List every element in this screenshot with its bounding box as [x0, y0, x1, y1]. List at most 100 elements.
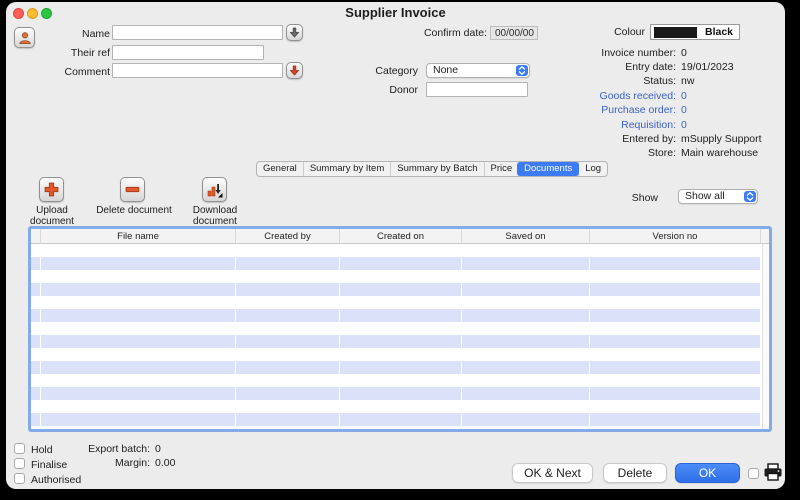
stepper-icon	[516, 65, 528, 76]
table-row	[31, 348, 769, 361]
info-value-invoice-number: 0	[681, 47, 687, 59]
ok-next-button[interactable]: OK & Next	[512, 463, 593, 483]
close-button[interactable]	[13, 8, 24, 19]
comment-label: Comment	[36, 66, 110, 78]
table-row	[31, 361, 769, 374]
printer-icon[interactable]	[763, 463, 783, 481]
window-title: Supplier Invoice	[6, 2, 785, 24]
their-ref-label: Their ref	[36, 47, 110, 59]
documents-table: File nameCreated byCreated onSaved onVer…	[28, 226, 772, 432]
delete-document-label: Delete document	[96, 205, 172, 216]
zoom-button[interactable]	[41, 8, 52, 19]
margin-value: 0.00	[155, 457, 175, 469]
show-select[interactable]: Show all	[678, 189, 758, 204]
donor-input[interactable]	[426, 82, 528, 97]
table-cell	[340, 335, 462, 348]
info-value-store: Main warehouse	[681, 147, 758, 159]
margin-label: Margin:	[56, 457, 150, 469]
table-cell	[236, 413, 340, 426]
table-cell	[462, 309, 590, 322]
download-icon	[207, 182, 223, 198]
table-cell	[340, 309, 462, 322]
table-cell	[31, 361, 41, 374]
show-selected-value: Show all	[685, 190, 725, 202]
finalise-checkbox[interactable]	[14, 458, 25, 469]
table-cell	[462, 387, 590, 400]
hold-checkbox-label: Hold	[31, 444, 53, 456]
info-label-entry-date: Entry date:	[546, 61, 676, 73]
table-cell	[31, 413, 41, 426]
table-cell	[236, 309, 340, 322]
table-cell	[590, 335, 761, 348]
info-value-entered-by: mSupply Support	[681, 133, 762, 145]
column-header-file-name[interactable]: File name	[41, 229, 236, 243]
table-cell	[340, 257, 462, 270]
hold-checkbox[interactable]	[14, 443, 25, 454]
table-cell	[236, 387, 340, 400]
confirm-date-label: Confirm date:	[396, 27, 487, 39]
name-lookup-button[interactable]	[286, 24, 303, 41]
table-body[interactable]	[31, 244, 769, 428]
table-cell	[590, 309, 761, 322]
info-label-status: Status:	[546, 75, 676, 87]
tab-price[interactable]: Price	[484, 162, 519, 176]
ok-button[interactable]: OK	[675, 463, 740, 483]
info-label-purchase-order[interactable]: Purchase order:	[546, 104, 676, 116]
info-value-requisition[interactable]: 0	[681, 119, 687, 131]
info-value-entry-date: 19/01/2023	[681, 61, 734, 73]
table-row	[31, 387, 769, 400]
info-value-goods-received[interactable]: 0	[681, 90, 687, 102]
table-cell	[236, 361, 340, 374]
name-input[interactable]	[112, 25, 283, 40]
comment-expand-button[interactable]	[286, 62, 303, 79]
table-cell	[590, 257, 761, 270]
tab-documents[interactable]: Documents	[517, 162, 579, 176]
tab-summary-by-item[interactable]: Summary by Item	[303, 162, 390, 176]
table-cell	[462, 335, 590, 348]
delete-document-button[interactable]	[120, 177, 145, 202]
category-select[interactable]: None	[426, 63, 530, 78]
info-label-goods-received[interactable]: Goods received:	[546, 90, 676, 102]
colour-value: Black	[705, 26, 733, 38]
table-cell	[340, 283, 462, 296]
category-selected-value: None	[433, 64, 458, 76]
their-ref-input[interactable]	[112, 45, 264, 60]
authorised-checkbox[interactable]	[14, 473, 25, 484]
table-cell	[41, 257, 236, 270]
plus-icon	[44, 182, 59, 197]
info-label-requisition[interactable]: Requisition:	[546, 119, 676, 131]
table-row	[31, 374, 769, 387]
upload-document-label: Upload document	[14, 205, 90, 227]
delete-button[interactable]: Delete	[603, 463, 667, 483]
info-label-entered-by: Entered by:	[546, 133, 676, 145]
print-checkbox[interactable]	[748, 468, 759, 479]
table-cell	[31, 283, 41, 296]
tab-log[interactable]: Log	[578, 162, 607, 176]
info-value-purchase-order[interactable]: 0	[681, 104, 687, 116]
table-cell	[590, 361, 761, 374]
comment-input[interactable]	[112, 63, 283, 78]
column-header-version-no[interactable]: Version no	[590, 229, 761, 243]
table-scrollbar[interactable]	[762, 244, 769, 429]
table-cell	[590, 283, 761, 296]
table-cell	[236, 335, 340, 348]
table-cell	[462, 413, 590, 426]
colour-button[interactable]: Black	[650, 24, 740, 40]
minimize-button[interactable]	[27, 8, 38, 19]
table-cell	[31, 257, 41, 270]
supplier-invoice-window: Supplier Invoice Name Their ref Comment …	[6, 2, 785, 489]
column-header-created-by[interactable]: Created by	[236, 229, 340, 243]
choose-supplier-button[interactable]	[14, 27, 35, 48]
download-document-button[interactable]	[202, 177, 227, 202]
show-label: Show	[606, 192, 658, 204]
table-row	[31, 296, 769, 309]
table-cell	[590, 387, 761, 400]
table-cell	[31, 387, 41, 400]
authorised-checkbox-label: Authorised	[31, 474, 81, 486]
tab-general[interactable]: General	[257, 162, 303, 176]
tab-summary-by-batch[interactable]: Summary by Batch	[390, 162, 483, 176]
column-header-saved-on[interactable]: Saved on	[462, 229, 590, 243]
column-header-created-on[interactable]: Created on	[340, 229, 462, 243]
upload-document-button[interactable]	[39, 177, 64, 202]
table-cell	[340, 387, 462, 400]
